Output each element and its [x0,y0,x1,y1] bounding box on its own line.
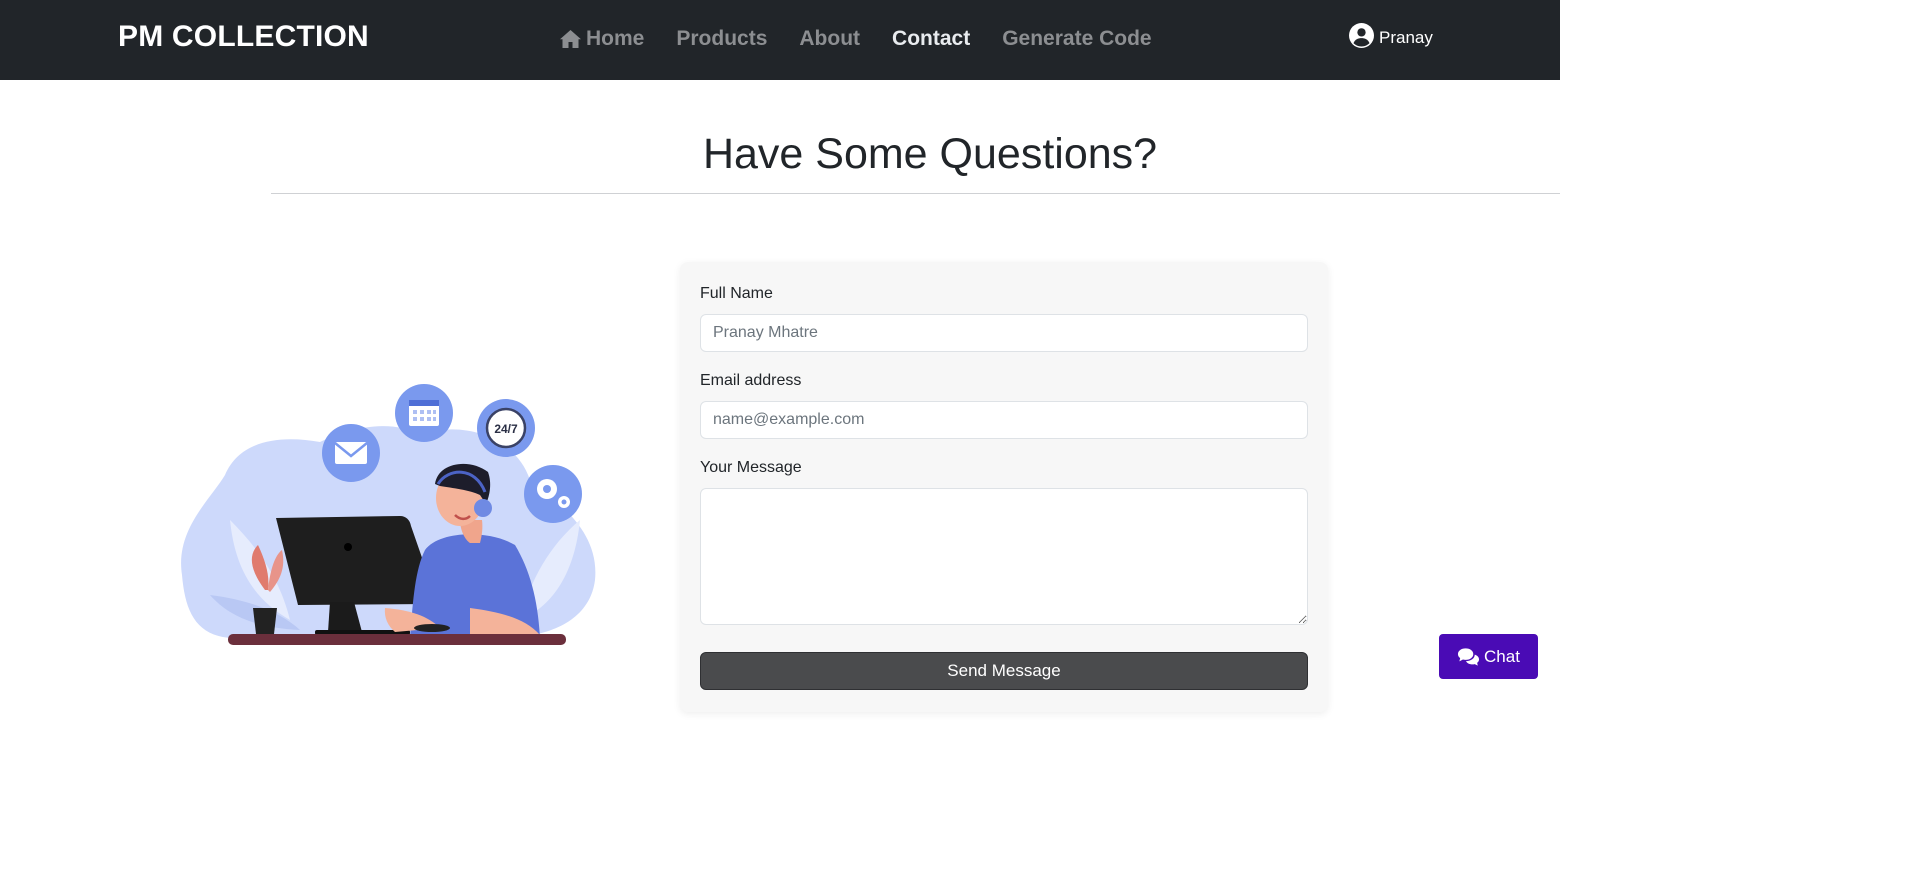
nav-links: Home Products About Contact Generate Cod… [558,24,1184,54]
email-label: Email address [700,372,802,389]
navbar: PM COLLECTION Home Products About Contac… [0,0,1560,80]
support-illustration: 24/7 [181,384,596,645]
chat-bubbles-icon [1457,647,1480,666]
brand-logo[interactable]: PM COLLECTION [118,20,369,54]
full-name-label: Full Name [700,285,773,302]
clock-24-7-icon: 24/7 [477,399,535,457]
nav-products[interactable]: Products [676,27,767,51]
chat-label: Chat [1484,646,1520,666]
email-input[interactable] [700,401,1308,439]
message-label: Your Message [700,459,802,476]
message-textarea[interactable] [700,488,1308,625]
user-circle-icon [1349,22,1374,48]
nav-generate-code[interactable]: Generate Code [1002,27,1151,51]
nav-about[interactable]: About [799,27,860,51]
calendar-icon [395,384,453,442]
nav-home[interactable]: Home [558,27,644,51]
user-name: Pranay [1379,28,1433,47]
mail-icon [322,424,380,482]
chat-button[interactable]: Chat [1439,634,1538,679]
page-title: Have Some Questions? [702,130,1158,178]
nav-contact[interactable]: Contact [892,27,970,51]
heading-divider [271,193,1560,194]
user-menu[interactable]: Pranay [1349,22,1433,48]
desk [228,634,566,645]
clock-badge-text: 24/7 [494,422,518,436]
home-icon [560,30,581,48]
contact-form-card: Full Name Email address Your Message Sen… [680,262,1328,712]
nav-home-label: Home [586,27,645,50]
gears-icon [524,465,582,523]
full-name-input[interactable] [700,314,1308,352]
send-message-button[interactable]: Send Message [700,652,1308,690]
